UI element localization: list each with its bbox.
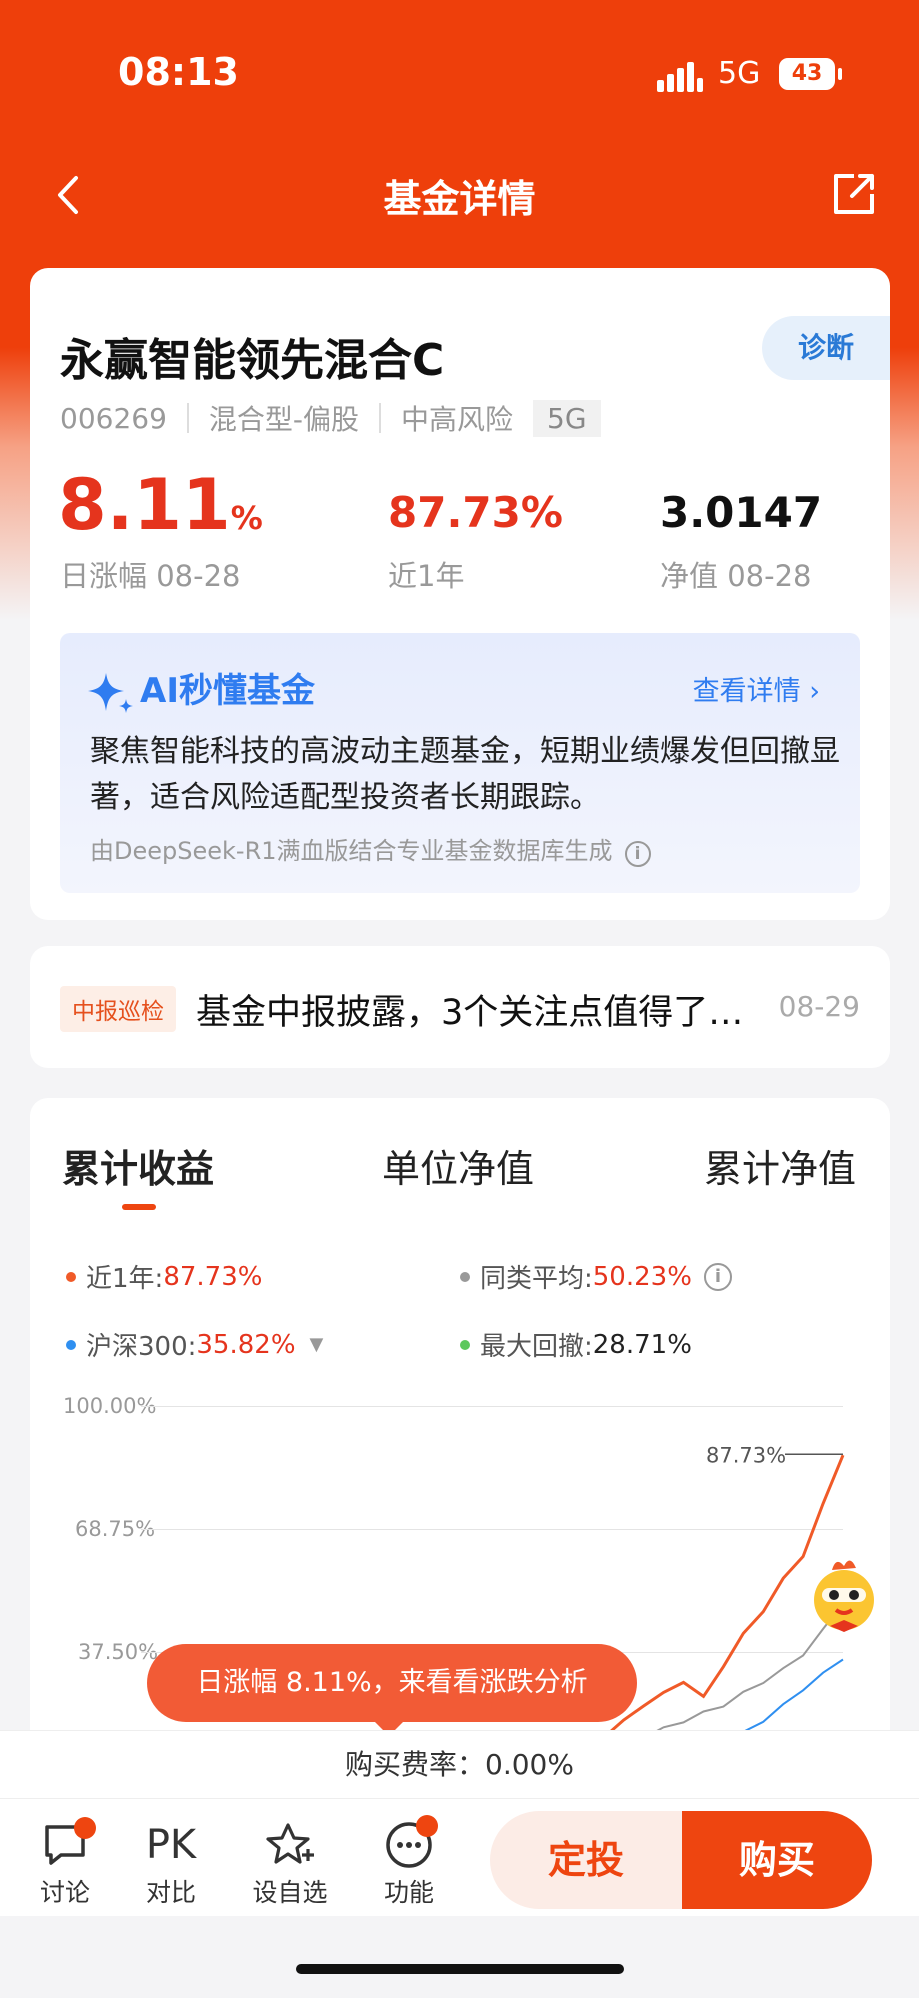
ai-summary-text: 聚焦智能科技的高波动主题基金，短期业绩爆发但回撤显著，适合风险适配型投资者长期跟…	[90, 734, 840, 815]
ai-source-note: 由DeepSeek-R1满血版结合专业基金数据库生成 i	[90, 831, 651, 867]
fund-name: 永赢智能领先混合C	[60, 335, 445, 386]
divider	[379, 403, 381, 433]
chevron-right-icon: ›	[809, 676, 820, 707]
legend-dot	[460, 1339, 470, 1350]
function-label: 功能	[383, 1878, 434, 1907]
notification-dot	[416, 1815, 438, 1837]
ai-details-label: 查看详情	[692, 676, 801, 707]
tab-cumulative-return[interactable]: 累计收益	[62, 1138, 214, 1193]
year-return-value: 87.73%	[388, 488, 563, 537]
star-icon	[266, 1823, 314, 1864]
signal-icon	[657, 60, 705, 92]
compare-button[interactable]: PK 对比	[126, 1817, 216, 1909]
watchlist-label: 设自选	[252, 1878, 328, 1907]
active-tab-indicator	[122, 1204, 156, 1210]
fund-theme-tag: 5G	[533, 399, 601, 437]
purchase-fee: 购买费率：0.00%	[0, 1730, 919, 1798]
network-type: 5G	[718, 56, 761, 91]
legend-hs300-label: 沪深300:	[86, 1332, 197, 1362]
function-button[interactable]: 功能	[364, 1815, 454, 1909]
daily-change-label: 日涨幅 08-28	[60, 559, 241, 593]
daily-change-unit: %	[230, 499, 263, 537]
home-indicator[interactable]	[296, 1964, 624, 1974]
ai-source-text: 由DeepSeek-R1满血版结合专业基金数据库生成	[90, 837, 613, 865]
page-title: 基金详情	[383, 177, 536, 221]
discuss-button[interactable]: 讨论	[20, 1817, 110, 1909]
legend-drawdown-label: 最大回撤:	[480, 1332, 593, 1362]
share-icon[interactable]	[828, 168, 880, 220]
tab-cumulative-nav[interactable]: 累计净值	[704, 1138, 856, 1193]
discuss-label: 讨论	[39, 1878, 90, 1907]
dropdown-caret-icon: ▼	[309, 1334, 324, 1355]
sparkle-icon	[88, 673, 133, 713]
legend-avg: 同类平均: 50.23% i	[460, 1258, 732, 1295]
fund-type: 混合型-偏股	[208, 403, 359, 436]
legend-fund-label: 近1年:	[86, 1264, 164, 1294]
change-analysis-tip[interactable]: 日涨幅 8.11%，来看看涨跌分析	[147, 1644, 637, 1736]
legend-avg-value: 50.23%	[592, 1261, 692, 1292]
info-icon[interactable]: i	[624, 841, 651, 867]
nav-value: 3.0147	[660, 488, 823, 537]
mascot-icon[interactable]	[802, 1552, 886, 1636]
bottom-action-bar: 讨论 PK 对比 设自选 功能 定投 购买	[0, 1798, 919, 1916]
info-icon[interactable]: i	[703, 1262, 732, 1291]
news-date: 08-29	[778, 990, 860, 1023]
news-title: 基金中报披露，3个关注点值得了…	[196, 993, 744, 1033]
fund-code: 006269	[60, 401, 167, 435]
news-tag: 中报巡检	[60, 986, 176, 1032]
add-watchlist-button[interactable]: 设自选	[245, 1817, 335, 1909]
status-time: 08:13	[118, 50, 239, 94]
legend-dot	[66, 1339, 76, 1350]
legend-avg-label: 同类平均:	[480, 1264, 593, 1294]
legend-drawdown-value: 28.71%	[592, 1329, 692, 1360]
legend-dot	[66, 1271, 76, 1282]
legend-fund: 近1年: 87.73%	[66, 1258, 262, 1295]
daily-change-value: 8.11	[58, 464, 231, 546]
pk-icon: PK	[145, 1822, 197, 1868]
battery-icon: 43	[779, 58, 842, 90]
end-value-label: 87.73%	[706, 1443, 786, 1467]
divider	[186, 403, 189, 433]
news-card[interactable]: 中报巡检 基金中报披露，3个关注点值得了… 08-29	[30, 946, 890, 1068]
sip-button[interactable]: 定投	[490, 1811, 682, 1909]
compare-label: 对比	[145, 1878, 196, 1907]
legend-drawdown: 最大回撤: 28.71%	[460, 1326, 692, 1363]
buy-button[interactable]: 购买	[682, 1811, 872, 1909]
fund-info-card: 永赢智能领先混合C 诊断 006269 混合型-偏股 中高风险 5G 8.11%…	[30, 268, 890, 920]
ai-title: AI秒懂基金	[140, 671, 315, 711]
legend-dot	[460, 1271, 470, 1282]
tab-unit-nav[interactable]: 单位净值	[382, 1138, 534, 1193]
fund-risk: 中高风险	[401, 403, 514, 436]
fund-meta: 006269 混合型-偏股 中高风险 5G	[60, 398, 601, 438]
daily-change: 8.11%	[58, 464, 263, 546]
ai-details-link[interactable]: 查看详情 ›	[693, 669, 820, 708]
status-bar: 08:13 5G 43	[0, 0, 919, 150]
legend-fund-value: 87.73%	[163, 1261, 263, 1292]
nav-label: 净值 08-28	[660, 559, 812, 593]
legend-hs300-value: 35.82%	[196, 1329, 296, 1360]
nav-bar: 基金详情	[0, 150, 919, 240]
ai-summary-panel: AI秒懂基金 查看详情 › 聚焦智能科技的高波动主题基金，短期业绩爆发但回撤显著…	[60, 633, 860, 893]
diagnose-button[interactable]: 诊断	[762, 316, 890, 380]
notification-dot	[74, 1817, 96, 1839]
legend-hs300[interactable]: 沪深300: 35.82% ▼	[66, 1326, 323, 1363]
year-return-label: 近1年	[388, 559, 465, 593]
